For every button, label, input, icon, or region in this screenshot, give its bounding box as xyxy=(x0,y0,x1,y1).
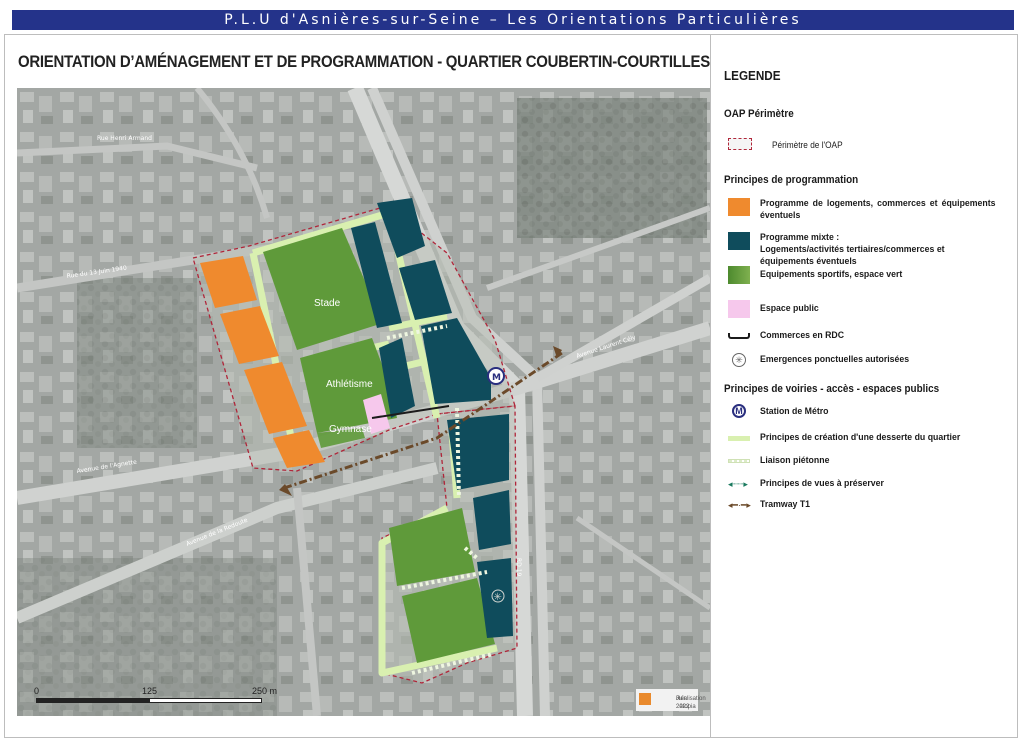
header-banner: P.L.U d'Asnières-sur-Seine – Les Orienta… xyxy=(12,10,1014,30)
metro-icon: M xyxy=(732,404,746,418)
legend-item-espace-public: Espace public xyxy=(724,300,1014,330)
pink-swatch xyxy=(728,300,750,318)
vues-arrow-icon: ◂┈┈▸ xyxy=(728,479,748,489)
scale-label-zero: 0 xyxy=(34,686,40,696)
legend-label-desserte: Principes de création d'une desserte du … xyxy=(760,432,961,443)
scale-unit: m xyxy=(269,686,278,696)
map-title: ORIENTATION D’AMÉNAGEMENT ET DE PROGRAMM… xyxy=(18,52,710,71)
legend-section-voiries: Principes de voiries - accès - espaces p… xyxy=(724,383,940,395)
scale-end-value: 250 xyxy=(252,686,268,696)
legend-item-mixte: Programme mixte : Logements/activités ter… xyxy=(724,232,1014,267)
emergence-icon: ✳ xyxy=(732,353,746,367)
legend-title: LEGENDE xyxy=(724,68,781,83)
perimeter-swatch xyxy=(728,138,752,150)
map-svg: M ✳ Stade Athlétisme Gymnase Rue Henri A… xyxy=(17,88,710,716)
orange-swatch xyxy=(728,198,750,216)
scale-bar xyxy=(36,698,262,703)
legend-label-vues: Principes de vues à préserver xyxy=(760,478,884,489)
road-label-rd19: RD 19 xyxy=(515,558,522,577)
legend-label-tramway: Tramway T1 xyxy=(760,499,811,510)
legend-label-perimetre: Périmètre de l'OAP xyxy=(772,140,843,150)
legend-label-mixte: Programme mixte : Logements/activités ter… xyxy=(760,232,996,268)
legend-label-station: Station de Métro xyxy=(760,406,829,417)
label-stade: Stade xyxy=(314,298,341,309)
legend-item-tramway: ◂━·━▸ Tramway T1 xyxy=(724,499,1014,529)
legend-item-station: M Station de Métro xyxy=(724,404,1014,434)
desserte-swatch xyxy=(728,436,750,441)
legend-section-perimetre: OAP Périmètre xyxy=(724,108,794,120)
legend-label-mixte-1: Programme mixte : xyxy=(760,232,840,243)
legend-divider xyxy=(710,34,711,738)
legend-label-liaison: Liaison piétonne xyxy=(760,455,830,466)
teal-swatch xyxy=(728,232,750,250)
legend-label-commerces: Commerces en RDC xyxy=(760,330,845,341)
legend-label-espace-public: Espace public xyxy=(760,303,819,314)
legend-item-emergences: ✳ Emergences ponctuelles autorisées xyxy=(724,353,1014,383)
map-canvas[interactable]: M ✳ Stade Athlétisme Gymnase Rue Henri A… xyxy=(17,88,710,716)
legend-label-mixte-2: Logements/activités tertiaires/commerces… xyxy=(760,244,945,267)
residential-grid xyxy=(77,278,197,448)
atopia-logo xyxy=(639,693,651,705)
scale-label-mid: 125 xyxy=(142,686,158,696)
road-label-henri: Rue Henri Armand xyxy=(97,135,152,142)
label-athletisme: Athlétisme xyxy=(326,379,373,390)
credit-line2: Juin 2022 xyxy=(676,696,690,710)
legend-label-equipements: Equipements sportifs, espace vert xyxy=(760,269,903,280)
label-gymnase: Gymnase xyxy=(329,424,372,435)
green-swatch xyxy=(728,266,750,284)
credit-box: Réalisation : atopia Juin 2022 xyxy=(636,689,706,711)
legend-item-logements: Programme de logements, commerces et équ… xyxy=(724,198,1014,228)
liaison-swatch xyxy=(728,459,750,463)
legend-label-logements: Programme de logements, commerces et équ… xyxy=(760,198,996,221)
metro-station-letter: M xyxy=(492,373,501,383)
legend-section-programmation: Principes de programmation xyxy=(724,174,859,186)
commerces-swatch xyxy=(728,333,750,339)
legend-item-perimetre: Périmètre de l'OAP xyxy=(724,137,1014,167)
scale-label-end: 250 m xyxy=(252,686,277,696)
teal-block-7 xyxy=(473,490,511,550)
legend-label-emergences: Emergences ponctuelles autorisées xyxy=(760,354,910,365)
emergence-star: ✳ xyxy=(494,592,502,603)
tramway-arrow-icon: ◂━·━▸ xyxy=(728,500,751,510)
legend-item-equipements: Equipements sportifs, espace vert xyxy=(724,266,1014,296)
